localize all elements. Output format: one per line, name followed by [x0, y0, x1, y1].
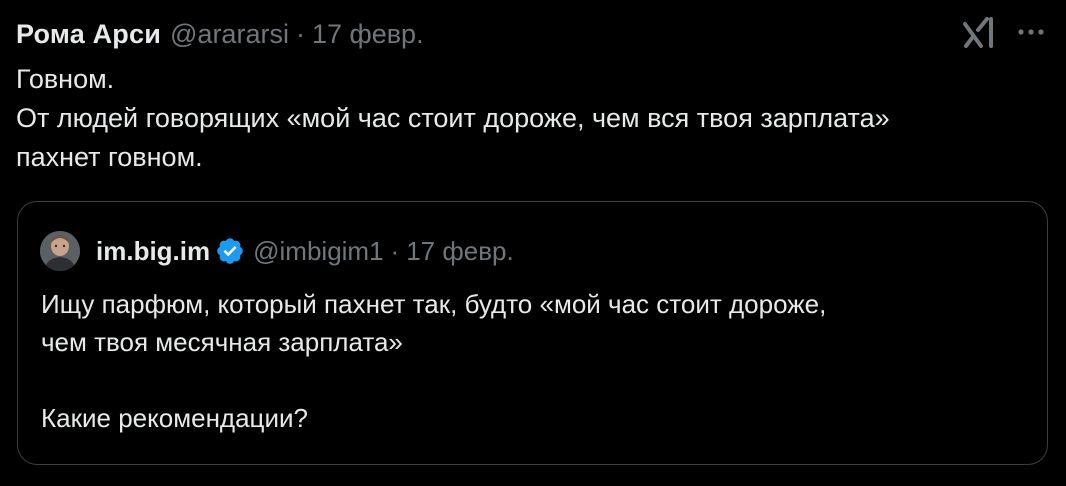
more-dots-icon[interactable] [1016, 22, 1046, 42]
quote-header: im.big.im @imbigim1 · 17 февр. [40, 230, 514, 272]
author-handle[interactable]: @arararsi [170, 19, 289, 50]
quote-text-line: Какие рекомендации? [41, 403, 308, 433]
quote-text-line: чем твоя месячная зарплата» [41, 327, 403, 357]
quote-author-handle[interactable]: @imbigim1 [253, 236, 383, 267]
user-avatar[interactable] [40, 231, 80, 271]
author-name[interactable]: Рома Арси [16, 19, 161, 50]
tweet-header: Рома Арси @arararsi · 17 февр. [16, 14, 424, 54]
tweet-text-line: пахнет говном. [16, 142, 203, 172]
quoted-tweet-card[interactable]: im.big.im @imbigim1 · 17 февр. Ищу парфю… [17, 201, 1048, 465]
quote-text: Ищу парфюм, который пахнет так, будто «м… [41, 285, 1031, 437]
tweet-text: Говном. От людей говорящих «мой час стои… [16, 60, 1046, 177]
tweet: Рома Арси @arararsi · 17 февр. Говном. О… [0, 0, 1066, 486]
tweet-text-line: От людей говорящих «мой час стоит дороже… [16, 103, 890, 133]
separator-dot: · [295, 18, 305, 49]
tweet-text-line: Говном. [16, 64, 115, 94]
post-date[interactable]: 17 февр. [312, 19, 424, 50]
quote-author-name[interactable]: im.big.im [96, 236, 210, 267]
quote-text-line [41, 361, 1031, 399]
grok-xai-icon[interactable] [962, 16, 996, 50]
verified-badge-icon [217, 238, 243, 264]
separator-dot: · [390, 235, 400, 266]
quote-text-line: Ищу парфюм, который пахнет так, будто «м… [41, 289, 827, 319]
quote-date[interactable]: 17 февр. [406, 236, 514, 267]
